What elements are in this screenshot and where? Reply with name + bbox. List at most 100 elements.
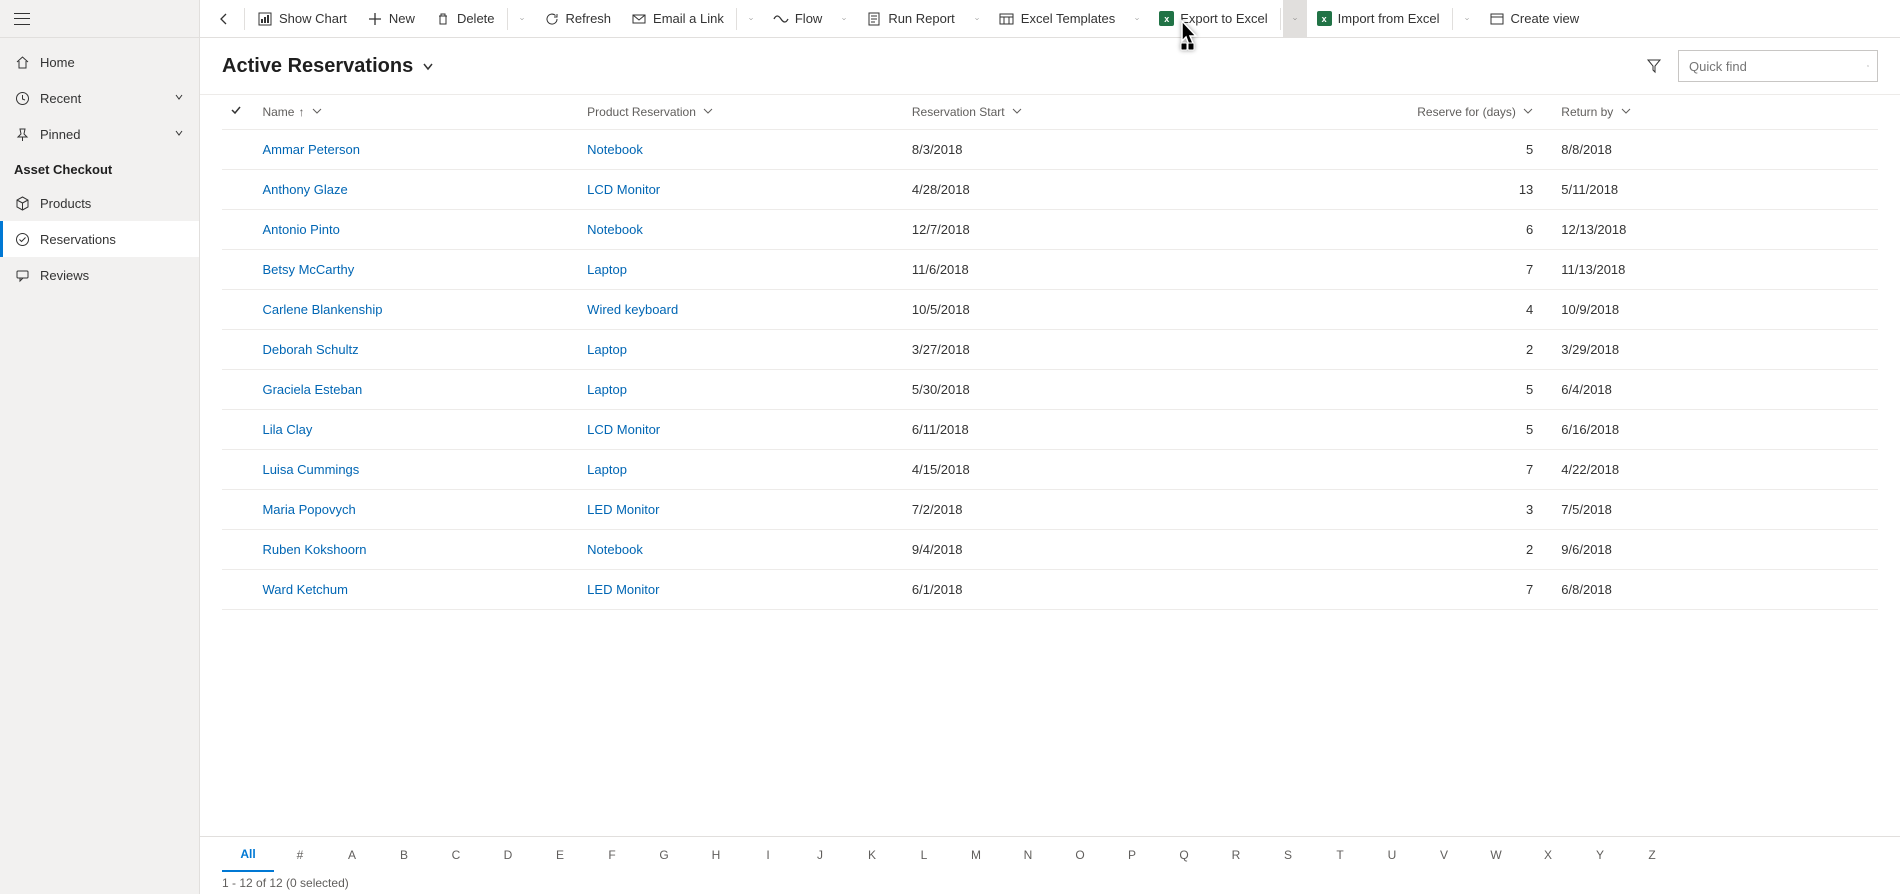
alpha-r[interactable]: R <box>1210 848 1262 862</box>
table-row[interactable]: Ward KetchumLED Monitor6/1/201876/8/2018 <box>222 569 1878 609</box>
run-report-button[interactable]: Run Report <box>856 0 964 38</box>
cell-product[interactable]: Notebook <box>579 129 904 169</box>
cell-name[interactable]: Graciela Esteban <box>254 369 579 409</box>
export-excel-button[interactable]: xExport to Excel <box>1149 0 1277 38</box>
refresh-button[interactable]: Refresh <box>534 0 622 38</box>
alpha-c[interactable]: C <box>430 848 482 862</box>
email-link-button[interactable]: Email a Link <box>621 0 734 38</box>
cell-product[interactable]: Laptop <box>579 449 904 489</box>
row-select[interactable] <box>222 249 254 289</box>
show-chart-button[interactable]: Show Chart <box>247 0 357 38</box>
nav-pinned[interactable]: Pinned <box>0 116 199 152</box>
delete-button[interactable]: Delete <box>425 0 505 38</box>
row-select[interactable] <box>222 489 254 529</box>
create-view-button[interactable]: Create view <box>1479 0 1590 38</box>
cell-name[interactable]: Lila Clay <box>254 409 579 449</box>
cell-name[interactable]: Betsy McCarthy <box>254 249 579 289</box>
excel-templates-split-button[interactable] <box>1125 0 1149 38</box>
cell-name[interactable]: Antonio Pinto <box>254 209 579 249</box>
alpha-w[interactable]: W <box>1470 848 1522 862</box>
alpha-x[interactable]: X <box>1522 848 1574 862</box>
table-row[interactable]: Anthony GlazeLCD Monitor4/28/2018135/11/… <box>222 169 1878 209</box>
table-row[interactable]: Ammar PetersonNotebook8/3/201858/8/2018 <box>222 129 1878 169</box>
table-row[interactable]: Deborah SchultzLaptop3/27/201823/29/2018 <box>222 329 1878 369</box>
row-select[interactable] <box>222 569 254 609</box>
alpha-u[interactable]: U <box>1366 848 1418 862</box>
alpha-f[interactable]: F <box>586 848 638 862</box>
cell-name[interactable]: Carlene Blankenship <box>254 289 579 329</box>
cell-product[interactable]: LCD Monitor <box>579 409 904 449</box>
row-select[interactable] <box>222 169 254 209</box>
alpha-s[interactable]: S <box>1262 848 1314 862</box>
nav-home[interactable]: Home <box>0 44 199 80</box>
alpha-a[interactable]: A <box>326 848 378 862</box>
alpha-o[interactable]: O <box>1054 848 1106 862</box>
col-name[interactable]: Name↑ <box>254 95 579 129</box>
alpha-l[interactable]: L <box>898 848 950 862</box>
filter-button[interactable] <box>1640 52 1668 80</box>
table-row[interactable]: Maria PopovychLED Monitor7/2/201837/5/20… <box>222 489 1878 529</box>
flow-button[interactable]: Flow <box>763 0 832 38</box>
table-row[interactable]: Graciela EstebanLaptop5/30/201856/4/2018 <box>222 369 1878 409</box>
cell-product[interactable]: Laptop <box>579 249 904 289</box>
col-start[interactable]: Reservation Start <box>904 95 1229 129</box>
cell-product[interactable]: LED Monitor <box>579 489 904 529</box>
alpha-z[interactable]: Z <box>1626 848 1678 862</box>
cell-name[interactable]: Anthony Glaze <box>254 169 579 209</box>
row-select[interactable] <box>222 209 254 249</box>
import-excel-split-button[interactable] <box>1455 0 1479 38</box>
alpha-k[interactable]: K <box>846 848 898 862</box>
table-row[interactable]: Lila ClayLCD Monitor6/11/201856/16/2018 <box>222 409 1878 449</box>
alpha-b[interactable]: B <box>378 848 430 862</box>
view-selector[interactable]: Active Reservations <box>222 55 435 78</box>
nav-reservations[interactable]: Reservations <box>0 221 199 257</box>
nav-products[interactable]: Products <box>0 185 199 221</box>
cell-name[interactable]: Ward Ketchum <box>254 569 579 609</box>
cell-product[interactable]: Notebook <box>579 209 904 249</box>
alpha-e[interactable]: E <box>534 848 586 862</box>
col-days[interactable]: Reserve for (days) <box>1229 95 1554 129</box>
alpha-t[interactable]: T <box>1314 848 1366 862</box>
row-select[interactable] <box>222 409 254 449</box>
cell-name[interactable]: Luisa Cummings <box>254 449 579 489</box>
alpha-m[interactable]: M <box>950 848 1002 862</box>
back-button[interactable] <box>206 0 242 38</box>
row-select[interactable] <box>222 369 254 409</box>
table-row[interactable]: Luisa CummingsLaptop4/15/201874/22/2018 <box>222 449 1878 489</box>
row-select[interactable] <box>222 129 254 169</box>
col-return[interactable]: Return by <box>1553 95 1878 129</box>
col-product[interactable]: Product Reservation <box>579 95 904 129</box>
col-select-all[interactable] <box>222 95 254 129</box>
quick-find[interactable] <box>1678 50 1878 82</box>
new-button[interactable]: New <box>357 0 425 38</box>
alpha-#[interactable]: # <box>274 848 326 862</box>
cell-product[interactable]: LCD Monitor <box>579 169 904 209</box>
alpha-all[interactable]: All <box>222 837 274 872</box>
table-row[interactable]: Ruben KokshoornNotebook9/4/201829/6/2018 <box>222 529 1878 569</box>
alpha-p[interactable]: P <box>1106 848 1158 862</box>
alpha-n[interactable]: N <box>1002 848 1054 862</box>
alpha-q[interactable]: Q <box>1158 848 1210 862</box>
alpha-y[interactable]: Y <box>1574 848 1626 862</box>
table-row[interactable]: Antonio PintoNotebook12/7/2018612/13/201… <box>222 209 1878 249</box>
cell-name[interactable]: Deborah Schultz <box>254 329 579 369</box>
alpha-j[interactable]: J <box>794 848 846 862</box>
cell-product[interactable]: Notebook <box>579 529 904 569</box>
cell-product[interactable]: Laptop <box>579 329 904 369</box>
excel-templates-button[interactable]: Excel Templates <box>989 0 1125 38</box>
delete-split-button[interactable] <box>510 0 534 38</box>
row-select[interactable] <box>222 449 254 489</box>
cell-product[interactable]: Laptop <box>579 369 904 409</box>
flow-split-button[interactable] <box>832 0 856 38</box>
hamburger-button[interactable] <box>0 0 199 38</box>
alpha-i[interactable]: I <box>742 848 794 862</box>
table-row[interactable]: Betsy McCarthyLaptop11/6/2018711/13/2018 <box>222 249 1878 289</box>
cell-name[interactable]: Maria Popovych <box>254 489 579 529</box>
nav-recent[interactable]: Recent <box>0 80 199 116</box>
cell-name[interactable]: Ruben Kokshoorn <box>254 529 579 569</box>
table-row[interactable]: Carlene BlankenshipWired keyboard10/5/20… <box>222 289 1878 329</box>
cell-name[interactable]: Ammar Peterson <box>254 129 579 169</box>
alpha-d[interactable]: D <box>482 848 534 862</box>
import-excel-button[interactable]: xImport from Excel <box>1307 0 1450 38</box>
row-select[interactable] <box>222 289 254 329</box>
